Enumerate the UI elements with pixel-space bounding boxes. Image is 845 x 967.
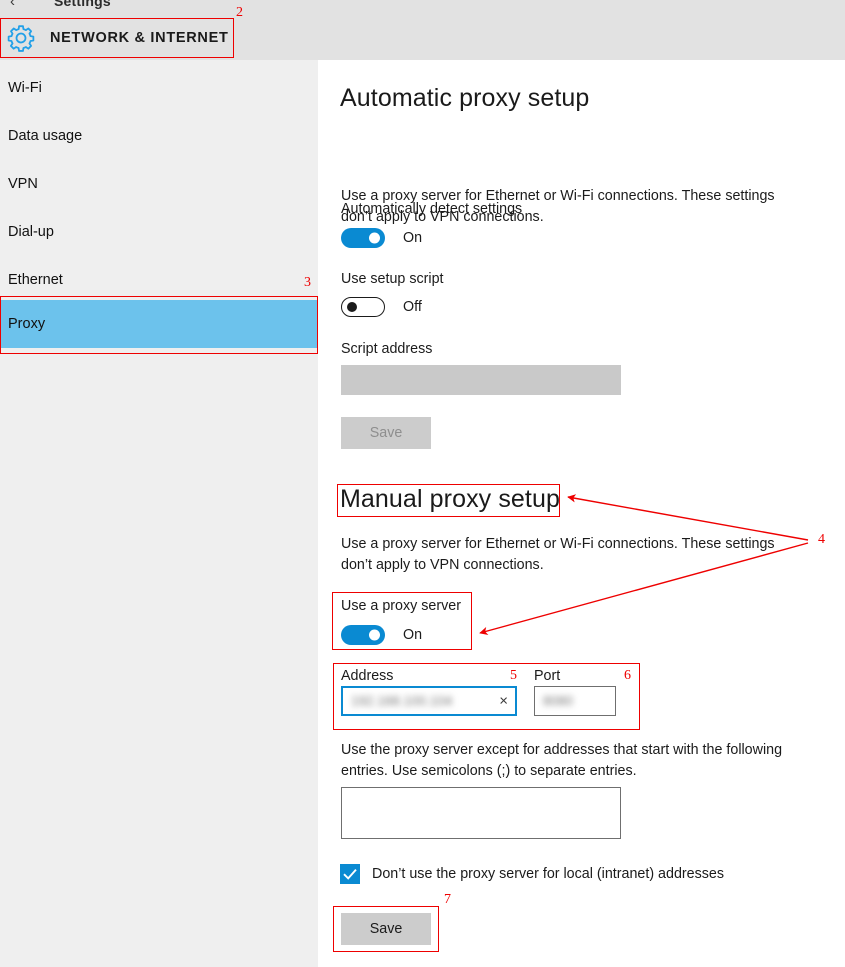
sidebar-item-ethernet[interactable]: Ethernet xyxy=(0,256,318,304)
use-proxy-label: Use a proxy server xyxy=(341,598,461,614)
annotation-number-7: 7 xyxy=(444,892,451,907)
sidebar-item-label: Proxy xyxy=(8,316,46,332)
address-value: 192.168.100.104 xyxy=(351,693,453,709)
sidebar-item-label: VPN xyxy=(8,176,38,192)
category-header[interactable]: NETWORK & INTERNET xyxy=(0,18,234,58)
app-title: Settings xyxy=(54,0,111,9)
sidebar-item-label: Data usage xyxy=(8,128,83,144)
sidebar-item-label: Wi-Fi xyxy=(8,80,42,96)
sidebar-item-dial-up[interactable]: Dial-up xyxy=(0,208,318,256)
setup-script-state: Off xyxy=(403,299,422,315)
auto-detect-switch[interactable] xyxy=(341,228,385,248)
clear-icon[interactable]: × xyxy=(499,694,508,709)
settings-app-header: ‹ Settings xyxy=(0,0,845,12)
switch-knob xyxy=(347,302,357,312)
sidebar-item-wi-fi[interactable]: Wi-Fi xyxy=(0,64,318,112)
category-title: NETWORK & INTERNET xyxy=(50,30,229,46)
script-save-button: Save xyxy=(341,417,431,449)
use-proxy-switch[interactable] xyxy=(341,625,385,645)
annotation-number-3: 3 xyxy=(304,275,311,290)
setup-script-switch[interactable] xyxy=(341,297,385,317)
use-proxy-toggle[interactable]: On xyxy=(341,625,422,645)
automatic-proxy-heading: Automatic proxy setup xyxy=(340,84,590,112)
sidebar-item-label: Ethernet xyxy=(8,272,63,288)
proxy-settings-pane: Automatic proxy setup Use a proxy server… xyxy=(318,60,845,967)
setup-script-toggle[interactable]: Off xyxy=(341,297,422,317)
bypass-local-label: Don’t use the proxy server for local (in… xyxy=(372,866,725,882)
exceptions-description: Use the proxy server except for addresse… xyxy=(341,742,783,779)
port-input[interactable]: 8080 xyxy=(534,686,616,716)
auto-detect-state: On xyxy=(403,230,423,246)
script-save-label: Save xyxy=(369,425,403,441)
setup-script-label: Use setup script xyxy=(341,271,444,287)
use-proxy-state: On xyxy=(403,627,423,643)
bypass-local-checkbox-row[interactable]: Don’t use the proxy server for local (in… xyxy=(340,864,724,884)
gear-icon xyxy=(7,25,35,52)
window-title-bar: ‹ Settings NETWORK & INTERNET xyxy=(0,0,845,60)
address-input[interactable]: 192.168.100.104 × xyxy=(341,686,517,716)
checkmark-icon xyxy=(343,868,357,880)
annotation-number-2: 2 xyxy=(236,5,243,20)
manual-proxy-heading: Manual proxy setup xyxy=(340,485,560,513)
manual-proxy-description: Use a proxy server for Ethernet or Wi-Fi… xyxy=(341,536,775,573)
settings-sidebar: Wi-Fi Data usage VPN Dial-up Ethernet Pr… xyxy=(0,60,318,967)
script-address-input xyxy=(341,365,621,395)
annotation-number-4: 4 xyxy=(818,532,825,547)
auto-detect-toggle[interactable]: On xyxy=(341,228,422,248)
back-arrow-icon[interactable]: ‹ xyxy=(10,0,15,10)
port-label: Port xyxy=(534,668,561,684)
annotation-number-5: 5 xyxy=(510,668,517,683)
sidebar-item-data-usage[interactable]: Data usage xyxy=(0,112,318,160)
switch-knob xyxy=(369,232,380,244)
sidebar-item-proxy[interactable]: Proxy xyxy=(0,300,318,348)
address-label: Address xyxy=(341,668,394,684)
sidebar-item-label: Dial-up xyxy=(8,224,54,240)
bypass-local-checkbox[interactable] xyxy=(340,864,360,884)
manual-save-label: Save xyxy=(369,921,403,937)
exceptions-input[interactable] xyxy=(341,787,621,839)
switch-knob xyxy=(369,629,380,641)
port-value: 8080 xyxy=(543,693,574,709)
annotation-number-6: 6 xyxy=(624,668,631,683)
manual-save-button[interactable]: Save xyxy=(341,913,431,945)
script-address-label: Script address xyxy=(341,341,433,357)
auto-detect-label: Automatically detect settings xyxy=(341,201,523,217)
sidebar-item-vpn[interactable]: VPN xyxy=(0,160,318,208)
